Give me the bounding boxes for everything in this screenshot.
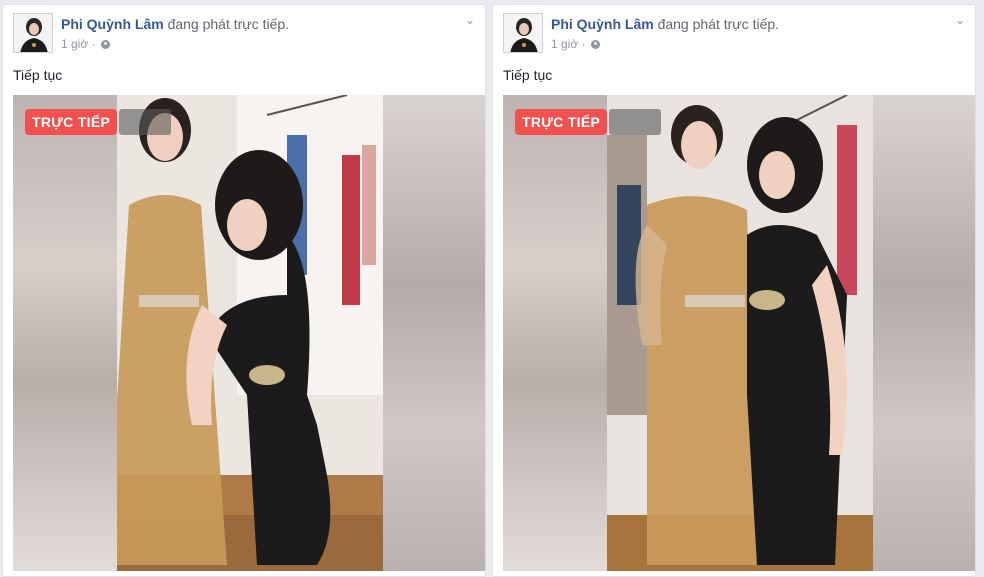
video-blur-left <box>503 95 607 571</box>
post-text: Tiếp tục <box>13 67 63 83</box>
feed-post: Phi Quỳnh Lâm đang phát trực tiếp. 1 giờ… <box>2 4 486 577</box>
author-name[interactable]: Phi Quỳnh Lâm <box>551 16 654 32</box>
avatar[interactable] <box>503 13 543 53</box>
viewer-count-badge <box>609 109 661 135</box>
meta-separator: · <box>581 37 586 51</box>
post-action: đang phát trực tiếp. <box>657 16 780 32</box>
post-time[interactable]: 1 giờ <box>61 37 88 51</box>
live-badge: TRỰC TIẾP <box>515 109 608 135</box>
avatar-image <box>14 14 52 52</box>
viewer-count-badge <box>119 109 171 135</box>
live-video[interactable]: TRỰC TIẾP <box>503 95 975 571</box>
avatar[interactable] <box>13 13 53 53</box>
globe-icon[interactable] <box>590 40 600 49</box>
meta-separator: · <box>91 37 96 51</box>
globe-icon[interactable] <box>100 40 110 49</box>
author-name[interactable]: Phi Quỳnh Lâm <box>61 16 164 32</box>
video-scene <box>117 95 385 571</box>
video-frame <box>117 95 385 571</box>
video-scene <box>607 95 875 571</box>
post-header: Phi Quỳnh Lâm đang phát trực tiếp. <box>551 16 779 32</box>
feed-post: Phi Quỳnh Lâm đang phát trực tiếp. 1 giờ… <box>492 4 976 577</box>
live-video[interactable]: TRỰC TIẾP <box>13 95 485 571</box>
video-blur-left <box>13 95 117 571</box>
video-frame <box>607 95 875 571</box>
avatar-image <box>504 14 542 52</box>
chevron-down-icon[interactable]: ⌄ <box>463 13 477 27</box>
post-action: đang phát trực tiếp. <box>167 16 290 32</box>
post-time[interactable]: 1 giờ <box>551 37 578 51</box>
video-blur-right <box>873 95 975 571</box>
post-text: Tiếp tục <box>503 67 553 83</box>
post-meta: 1 giờ · <box>551 37 600 51</box>
video-blur-right <box>383 95 485 571</box>
post-meta: 1 giờ · <box>61 37 110 51</box>
live-badge: TRỰC TIẾP <box>25 109 118 135</box>
post-header: Phi Quỳnh Lâm đang phát trực tiếp. <box>61 16 289 32</box>
chevron-down-icon[interactable]: ⌄ <box>953 13 967 27</box>
